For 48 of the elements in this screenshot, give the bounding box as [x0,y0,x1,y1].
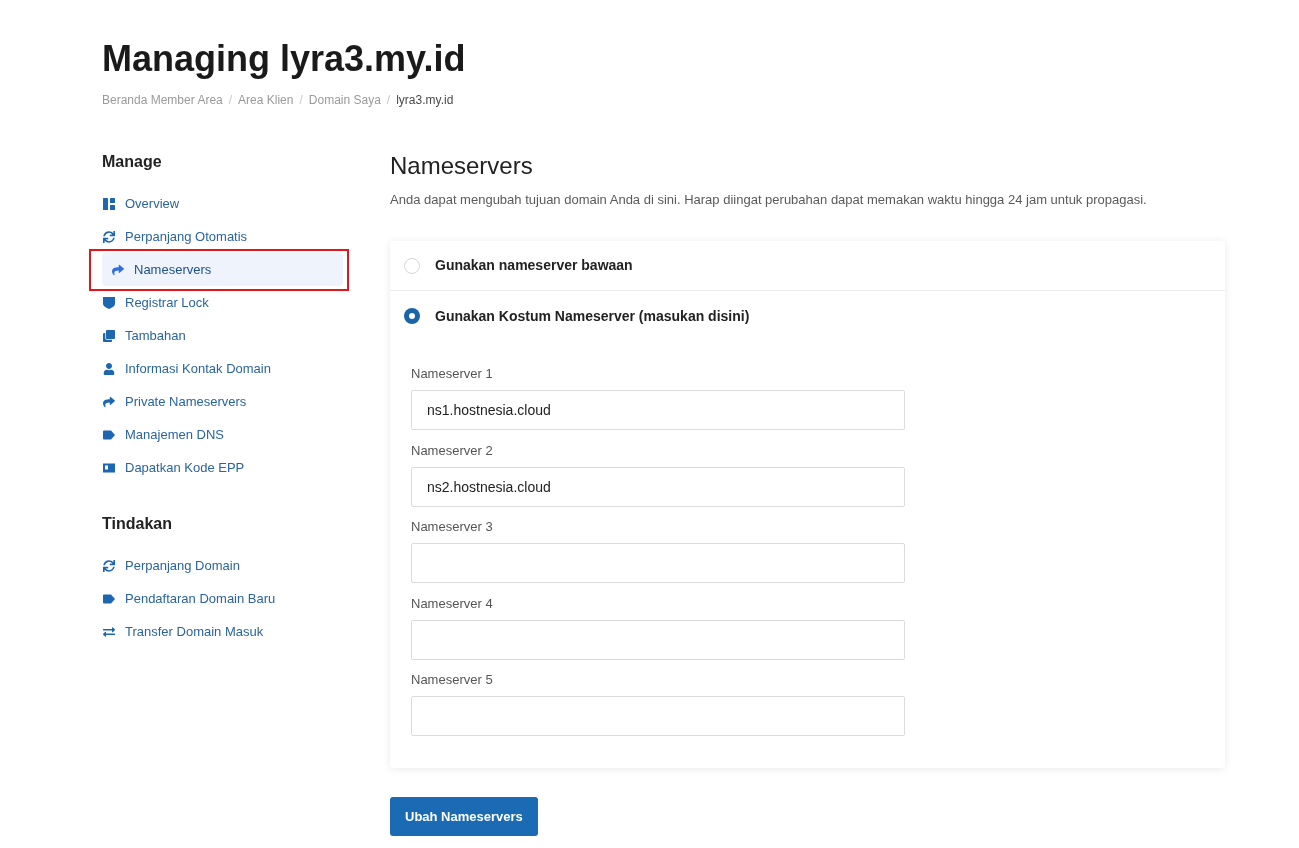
sidebar-link[interactable]: Perpanjang Otomatis [102,220,343,253]
swap-arrows-icon [103,625,115,638]
submit-button[interactable]: Ubah Nameservers [390,797,538,836]
sync-icon [103,230,115,243]
sidebar-link[interactable]: Informasi Kontak Domain [102,352,343,385]
field-label: Nameserver 1 [411,365,493,383]
sidebar-link[interactable]: Transfer Domain Masuk [102,615,343,648]
sidebar-heading: Tindakan [102,514,172,534]
sidebar-link[interactable]: Overview [102,187,343,220]
radio-button[interactable] [404,308,420,324]
nameserver-input[interactable] [411,696,905,736]
tag-icon [103,428,115,441]
radio-option[interactable]: Gunakan Kostum Nameserver (masukan disini) [404,305,750,327]
sidebar-link[interactable]: Dapatkan Kode EPP [102,451,343,484]
sidebar-link[interactable]: Nameservers [102,253,343,286]
dashboard-icon [103,197,115,210]
field-label: Nameserver 5 [411,671,493,689]
sidebar-link[interactable]: Private Nameservers [102,385,343,418]
nameserver-input[interactable] [411,619,905,660]
breadcrumb-separator: / [386,92,391,108]
section-description: Anda dapat mengubah tujuan domain Anda di sini. Harap diingat perubahan dapat memakan waktu hingga 24 jam untuk propagasi. [390,191,1147,209]
radio-button[interactable] [404,257,420,274]
section-heading: Nameservers [390,151,533,181]
nameserver-input[interactable] [411,543,905,583]
sidebar-link[interactable]: Tambahan [102,319,343,352]
stacked-squares-icon [103,329,115,342]
user-icon [103,362,115,375]
card-icon [103,461,115,474]
breadcrumb-separator: / [299,92,303,108]
sidebar-link[interactable]: Perpanjang Domain [102,549,343,582]
nameserver-input[interactable]: ns1.hostnesia.cloud [411,390,905,430]
sidebar-heading: Manage [102,152,162,172]
shield-icon [103,296,115,309]
sidebar-link[interactable]: Pendaftaran Domain Baru [102,582,343,615]
breadcrumb-current-page: lyra3.my.id [396,92,454,108]
page-title: Managing lyra3.my.id [102,37,466,80]
share-arrow-icon [103,395,115,408]
field-label: Nameserver 4 [411,594,493,613]
nameserver-input[interactable]: ns2.hostnesia.cloud [411,466,905,507]
share-arrow-icon [112,263,124,276]
sidebar-link[interactable]: Manajemen DNS [102,418,343,451]
tag-icon [103,592,115,605]
sync-icon [103,559,115,572]
sidebar-link[interactable]: Registrar Lock [102,286,343,319]
breadcrumb-separator: / [228,92,233,108]
field-label: Nameserver 3 [411,518,493,536]
radio-option[interactable]: Gunakan nameserver bawaan [404,255,633,276]
field-label: Nameserver 2 [411,441,493,460]
